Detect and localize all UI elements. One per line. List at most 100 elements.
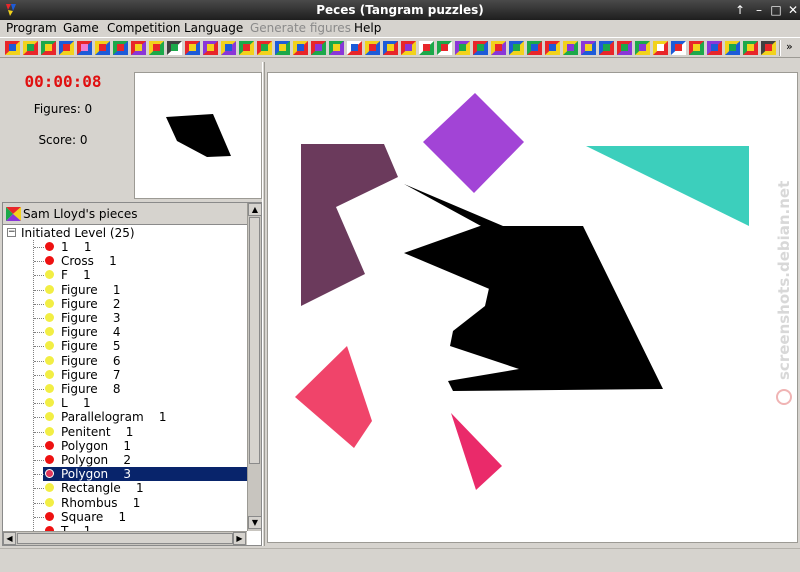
- figure-set-button[interactable]: [329, 41, 344, 55]
- figure-set-button[interactable]: [725, 41, 740, 55]
- tree-item[interactable]: Figure 5: [3, 339, 247, 353]
- tree-item[interactable]: Figure 7: [3, 368, 247, 382]
- tree-item[interactable]: Figure 2: [3, 297, 247, 311]
- tree-item[interactable]: F 1: [3, 268, 247, 282]
- figure-set-button[interactable]: [293, 41, 308, 55]
- close-button[interactable]: ✕: [785, 2, 800, 18]
- figure-set-button[interactable]: [5, 41, 20, 55]
- figure-set-button[interactable]: [743, 41, 758, 55]
- menu-help[interactable]: Help: [354, 21, 381, 35]
- figure-set-button[interactable]: [635, 41, 650, 55]
- tree-item[interactable]: Polygon 2: [3, 453, 247, 467]
- scroll-right-arrow-icon[interactable]: ▶: [233, 532, 246, 545]
- tree-item[interactable]: Figure 8: [3, 382, 247, 396]
- board-canvas[interactable]: [268, 73, 797, 542]
- menu-game[interactable]: Game: [63, 21, 99, 35]
- figure-set-button[interactable]: [563, 41, 578, 55]
- figure-set-button[interactable]: [365, 41, 380, 55]
- tree-item[interactable]: Penitent 1: [3, 425, 247, 439]
- tree-item-label: Figure 2: [61, 296, 121, 311]
- figure-set-button[interactable]: [671, 41, 686, 55]
- minimize-button[interactable]: –: [751, 2, 767, 18]
- figure-set-button[interactable]: [761, 41, 776, 55]
- tree-item[interactable]: Polygon 1: [3, 439, 247, 453]
- figure-set-button[interactable]: [653, 41, 668, 55]
- tree-vertical-scrollbar[interactable]: ▲ ▼: [247, 203, 262, 531]
- scroll-down-arrow-icon[interactable]: ▼: [248, 516, 262, 529]
- figure-set-button[interactable]: [689, 41, 704, 55]
- tree-header[interactable]: Sam Lloyd's pieces: [3, 203, 247, 225]
- figure-set-button[interactable]: [23, 41, 38, 55]
- figure-set-button[interactable]: [167, 41, 182, 55]
- piece-pink-triangle[interactable]: [451, 413, 502, 490]
- figure-set-button[interactable]: [149, 41, 164, 55]
- figure-set-button[interactable]: [383, 41, 398, 55]
- vertical-scroll-thumb[interactable]: [249, 217, 260, 464]
- figure-set-button[interactable]: [455, 41, 470, 55]
- status-dot-icon: [45, 483, 54, 493]
- tree-item-selected[interactable]: Polygon 3: [3, 467, 247, 482]
- piece-teal-triangle[interactable]: [586, 146, 749, 226]
- figure-set-button[interactable]: [131, 41, 146, 55]
- tree-item[interactable]: Figure 4: [3, 325, 247, 339]
- tree-item[interactable]: Figure 6: [3, 354, 247, 368]
- tree-item[interactable]: Figure 3: [3, 311, 247, 325]
- tree-item[interactable]: L 1: [3, 396, 247, 410]
- figure-set-button[interactable]: [509, 41, 524, 55]
- figure-set-button[interactable]: [185, 41, 200, 55]
- tree-branch-line: [34, 374, 44, 376]
- figure-set-button[interactable]: [257, 41, 272, 55]
- figure-set-button[interactable]: [113, 41, 128, 55]
- status-dot-icon: [45, 270, 54, 280]
- figure-set-button[interactable]: [599, 41, 614, 55]
- figure-set-button[interactable]: [203, 41, 218, 55]
- panel-splitter[interactable]: [262, 62, 265, 546]
- tree-horizontal-scrollbar[interactable]: ◀ ▶: [3, 531, 247, 545]
- figure-set-button[interactable]: [311, 41, 326, 55]
- figure-set-button[interactable]: [41, 41, 56, 55]
- menu-program[interactable]: Program: [6, 21, 57, 35]
- tree-item[interactable]: T 1: [3, 524, 247, 531]
- collapse-icon[interactable]: −: [7, 228, 16, 237]
- tree-item[interactable]: Square 1: [3, 510, 247, 524]
- figure-set-button[interactable]: [491, 41, 506, 55]
- toolbar-overflow-icon[interactable]: »: [786, 40, 793, 53]
- figure-set-button[interactable]: [239, 41, 254, 55]
- figure-set-button[interactable]: [221, 41, 236, 55]
- tree-item[interactable]: Rhombus 1: [3, 496, 247, 510]
- figure-set-button[interactable]: [77, 41, 92, 55]
- restore-button[interactable]: □: [768, 2, 784, 18]
- figure-set-button[interactable]: [419, 41, 434, 55]
- figure-set-button[interactable]: [473, 41, 488, 55]
- figure-set-button[interactable]: [527, 41, 542, 55]
- menu-competition[interactable]: Competition: [107, 21, 180, 35]
- figure-set-button[interactable]: [275, 41, 290, 55]
- piece-red-quad[interactable]: [295, 346, 372, 448]
- figure-set-button[interactable]: [707, 41, 722, 55]
- tree-item[interactable]: Parallelogram 1: [3, 410, 247, 424]
- scroll-up-arrow-icon[interactable]: ▲: [248, 203, 262, 216]
- scroll-left-arrow-icon[interactable]: ◀: [3, 532, 16, 545]
- piece-plum-l[interactable]: [301, 144, 398, 306]
- tree-item[interactable]: Rectangle 1: [3, 481, 247, 495]
- menu-generate-figures[interactable]: Generate figures: [250, 21, 351, 35]
- figure-set-button[interactable]: [437, 41, 452, 55]
- figure-set-button[interactable]: [401, 41, 416, 55]
- tree-item[interactable]: Cross 1: [3, 254, 247, 268]
- figure-set-button[interactable]: [59, 41, 74, 55]
- horizontal-scroll-thumb[interactable]: [17, 533, 233, 544]
- tree-item[interactable]: 1 1: [3, 240, 247, 254]
- puzzle-board[interactable]: [267, 72, 798, 543]
- piece-purple-square[interactable]: [423, 93, 524, 193]
- tree-branch-line: [34, 431, 44, 433]
- tree-item-label: Polygon 2: [61, 453, 132, 467]
- menu-language[interactable]: Language: [184, 21, 243, 35]
- figure-set-button[interactable]: [581, 41, 596, 55]
- figure-set-button[interactable]: [95, 41, 110, 55]
- figure-set-button[interactable]: [617, 41, 632, 55]
- maximize-up-icon[interactable]: ↑: [732, 2, 748, 18]
- figure-set-button[interactable]: [347, 41, 362, 55]
- tree-branch-line: [34, 474, 44, 476]
- figure-set-button[interactable]: [545, 41, 560, 55]
- tree-item[interactable]: Figure 1: [3, 283, 247, 297]
